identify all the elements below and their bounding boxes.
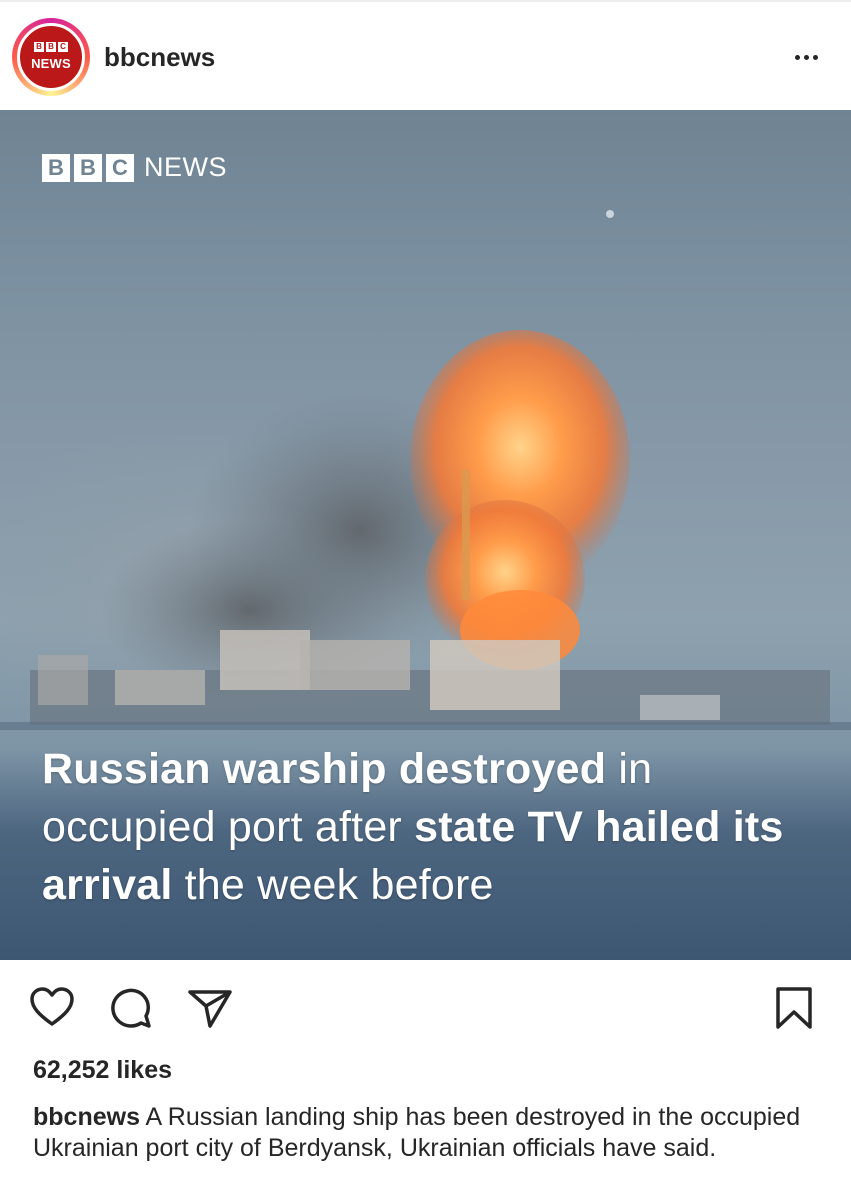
avatar-logo-letter: C <box>58 42 68 52</box>
bbc-news-logo: B B C NEWS <box>17 23 85 91</box>
bookmark-icon <box>776 987 812 1029</box>
headline-normal-part: the week before <box>172 861 494 909</box>
action-bar <box>0 972 851 1042</box>
more-options-button[interactable] <box>786 42 826 72</box>
watermark-logo-letter: B <box>74 153 102 182</box>
watermark-logo-letter: C <box>106 153 134 182</box>
like-button[interactable] <box>28 984 76 1032</box>
save-button[interactable] <box>770 984 818 1032</box>
more-horizontal-icon <box>812 54 818 60</box>
more-horizontal-icon <box>803 54 809 60</box>
bbc-news-watermark: B B C NEWS <box>42 152 227 183</box>
watermark-logo-letter: B <box>42 153 70 182</box>
likes-count[interactable]: 62,252 likes <box>33 1056 172 1085</box>
heart-icon <box>30 987 74 1026</box>
headline-bold-part: Russian warship destroyed <box>42 745 607 793</box>
paper-plane-icon <box>188 990 232 1028</box>
image-headline: Russian warship destroyed in occupied po… <box>42 740 832 914</box>
avatar-logo-word: NEWS <box>31 56 71 71</box>
post-caption: bbcnews A Russian landing ship has been … <box>33 1102 833 1164</box>
caption-username[interactable]: bbcnews <box>33 1103 140 1131</box>
comment-icon <box>111 988 151 1028</box>
avatar-logo-letter: B <box>34 42 44 52</box>
caption-text: A Russian landing ship has been destroye… <box>33 1103 801 1162</box>
comment-button[interactable] <box>106 984 154 1032</box>
avatar-logo-letter: B <box>46 42 56 52</box>
avatar[interactable]: B B C NEWS <box>12 18 90 96</box>
watermark-logo-word: NEWS <box>144 152 227 182</box>
post-header: B B C NEWS bbcnews <box>0 2 851 108</box>
more-horizontal-icon <box>794 54 800 60</box>
post-image[interactable]: B B C NEWS Russian warship destroyed in … <box>0 110 851 960</box>
share-button[interactable] <box>186 984 234 1032</box>
post-username[interactable]: bbcnews <box>104 42 215 73</box>
